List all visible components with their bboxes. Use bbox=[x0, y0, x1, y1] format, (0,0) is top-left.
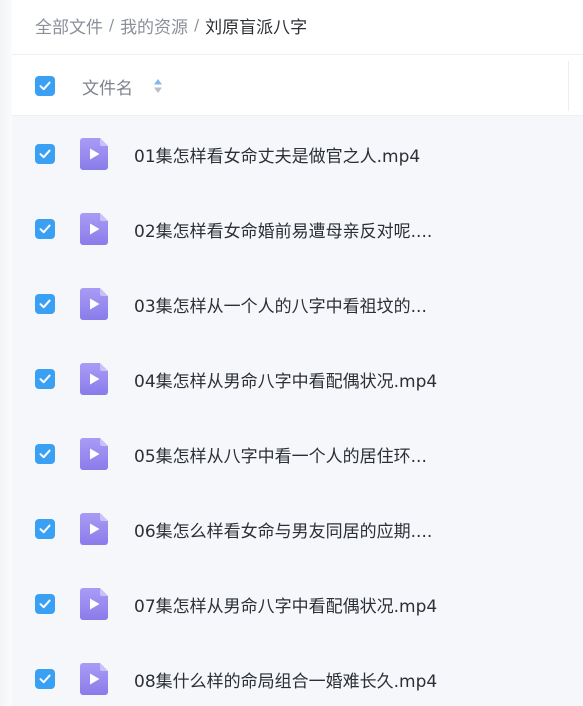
file-name[interactable]: 05集怎样从八字中看一个人的居住环... bbox=[134, 442, 427, 467]
video-file-icon bbox=[80, 363, 108, 395]
check-icon bbox=[39, 374, 51, 384]
file-name[interactable]: 01集怎样看女命丈夫是做官之人.mp4 bbox=[134, 142, 420, 167]
sort-icon[interactable] bbox=[153, 77, 163, 95]
file-checkbox[interactable] bbox=[35, 669, 55, 689]
file-row-06[interactable]: 06集怎么样看女命与男友同居的应期.... bbox=[12, 491, 583, 566]
file-name[interactable]: 04集怎样从男命八字中看配偶状况.mp4 bbox=[134, 367, 437, 392]
file-list-header: 文件名 bbox=[12, 54, 583, 116]
file-name[interactable]: 07集怎样从男命八字中看配偶状况.mp4 bbox=[134, 592, 437, 617]
file-checkbox[interactable] bbox=[35, 219, 55, 239]
file-browser: 全部文件 / 我的资源 / 刘原盲派八字 文件名 01集怎样看女命丈夫是做官之人… bbox=[0, 0, 583, 706]
video-file-icon bbox=[80, 213, 108, 245]
column-resize-handle[interactable] bbox=[568, 61, 569, 111]
breadcrumb-separator: / bbox=[109, 16, 115, 34]
file-row-08[interactable]: 08集什么样的命局组合一婚难长久.mp4 bbox=[12, 641, 583, 706]
column-header-filename[interactable]: 文件名 bbox=[82, 74, 133, 99]
check-icon bbox=[39, 674, 51, 684]
file-row-05[interactable]: 05集怎样从八字中看一个人的居住环... bbox=[12, 416, 583, 491]
file-checkbox[interactable] bbox=[35, 369, 55, 389]
file-name[interactable]: 08集什么样的命局组合一婚难长久.mp4 bbox=[134, 667, 437, 692]
file-name[interactable]: 03集怎样从一个人的八字中看祖坟的... bbox=[134, 292, 427, 317]
select-all-checkbox[interactable] bbox=[35, 76, 55, 96]
file-row-07[interactable]: 07集怎样从男命八字中看配偶状况.mp4 bbox=[12, 566, 583, 641]
video-file-icon bbox=[80, 438, 108, 470]
video-file-icon bbox=[80, 663, 108, 695]
check-icon bbox=[39, 599, 51, 609]
breadcrumb: 全部文件 / 我的资源 / 刘原盲派八字 bbox=[35, 12, 307, 38]
check-icon bbox=[39, 81, 51, 91]
file-checkbox[interactable] bbox=[35, 519, 55, 539]
file-row-02[interactable]: 02集怎样看女命婚前易遭母亲反对呢.... bbox=[12, 191, 583, 266]
check-icon bbox=[39, 449, 51, 459]
file-checkbox[interactable] bbox=[35, 144, 55, 164]
video-file-icon bbox=[80, 138, 108, 170]
file-checkbox[interactable] bbox=[35, 444, 55, 464]
check-icon bbox=[39, 524, 51, 534]
breadcrumb-separator: / bbox=[194, 16, 200, 34]
file-name[interactable]: 02集怎样看女命婚前易遭母亲反对呢.... bbox=[134, 217, 432, 242]
check-icon bbox=[39, 149, 51, 159]
video-file-icon bbox=[80, 288, 108, 320]
file-checkbox[interactable] bbox=[35, 594, 55, 614]
check-icon bbox=[39, 299, 51, 309]
file-row-03[interactable]: 03集怎样从一个人的八字中看祖坟的... bbox=[12, 266, 583, 341]
video-file-icon bbox=[80, 588, 108, 620]
sidebar-edge bbox=[0, 0, 12, 706]
file-list: 01集怎样看女命丈夫是做官之人.mp4 02集怎样看女命婚前易遭母亲反对呢...… bbox=[12, 116, 583, 706]
check-icon bbox=[39, 224, 51, 234]
file-row-01[interactable]: 01集怎样看女命丈夫是做官之人.mp4 bbox=[12, 116, 583, 191]
breadcrumb-current-folder: 刘原盲派八字 bbox=[205, 17, 308, 38]
video-file-icon bbox=[80, 513, 108, 545]
file-name[interactable]: 06集怎么样看女命与男友同居的应期.... bbox=[134, 517, 432, 542]
file-checkbox[interactable] bbox=[35, 294, 55, 314]
file-row-04[interactable]: 04集怎样从男命八字中看配偶状况.mp4 bbox=[12, 341, 583, 416]
breadcrumb-all-files[interactable]: 全部文件 bbox=[35, 13, 103, 38]
breadcrumb-my-resources[interactable]: 我的资源 bbox=[120, 13, 188, 38]
